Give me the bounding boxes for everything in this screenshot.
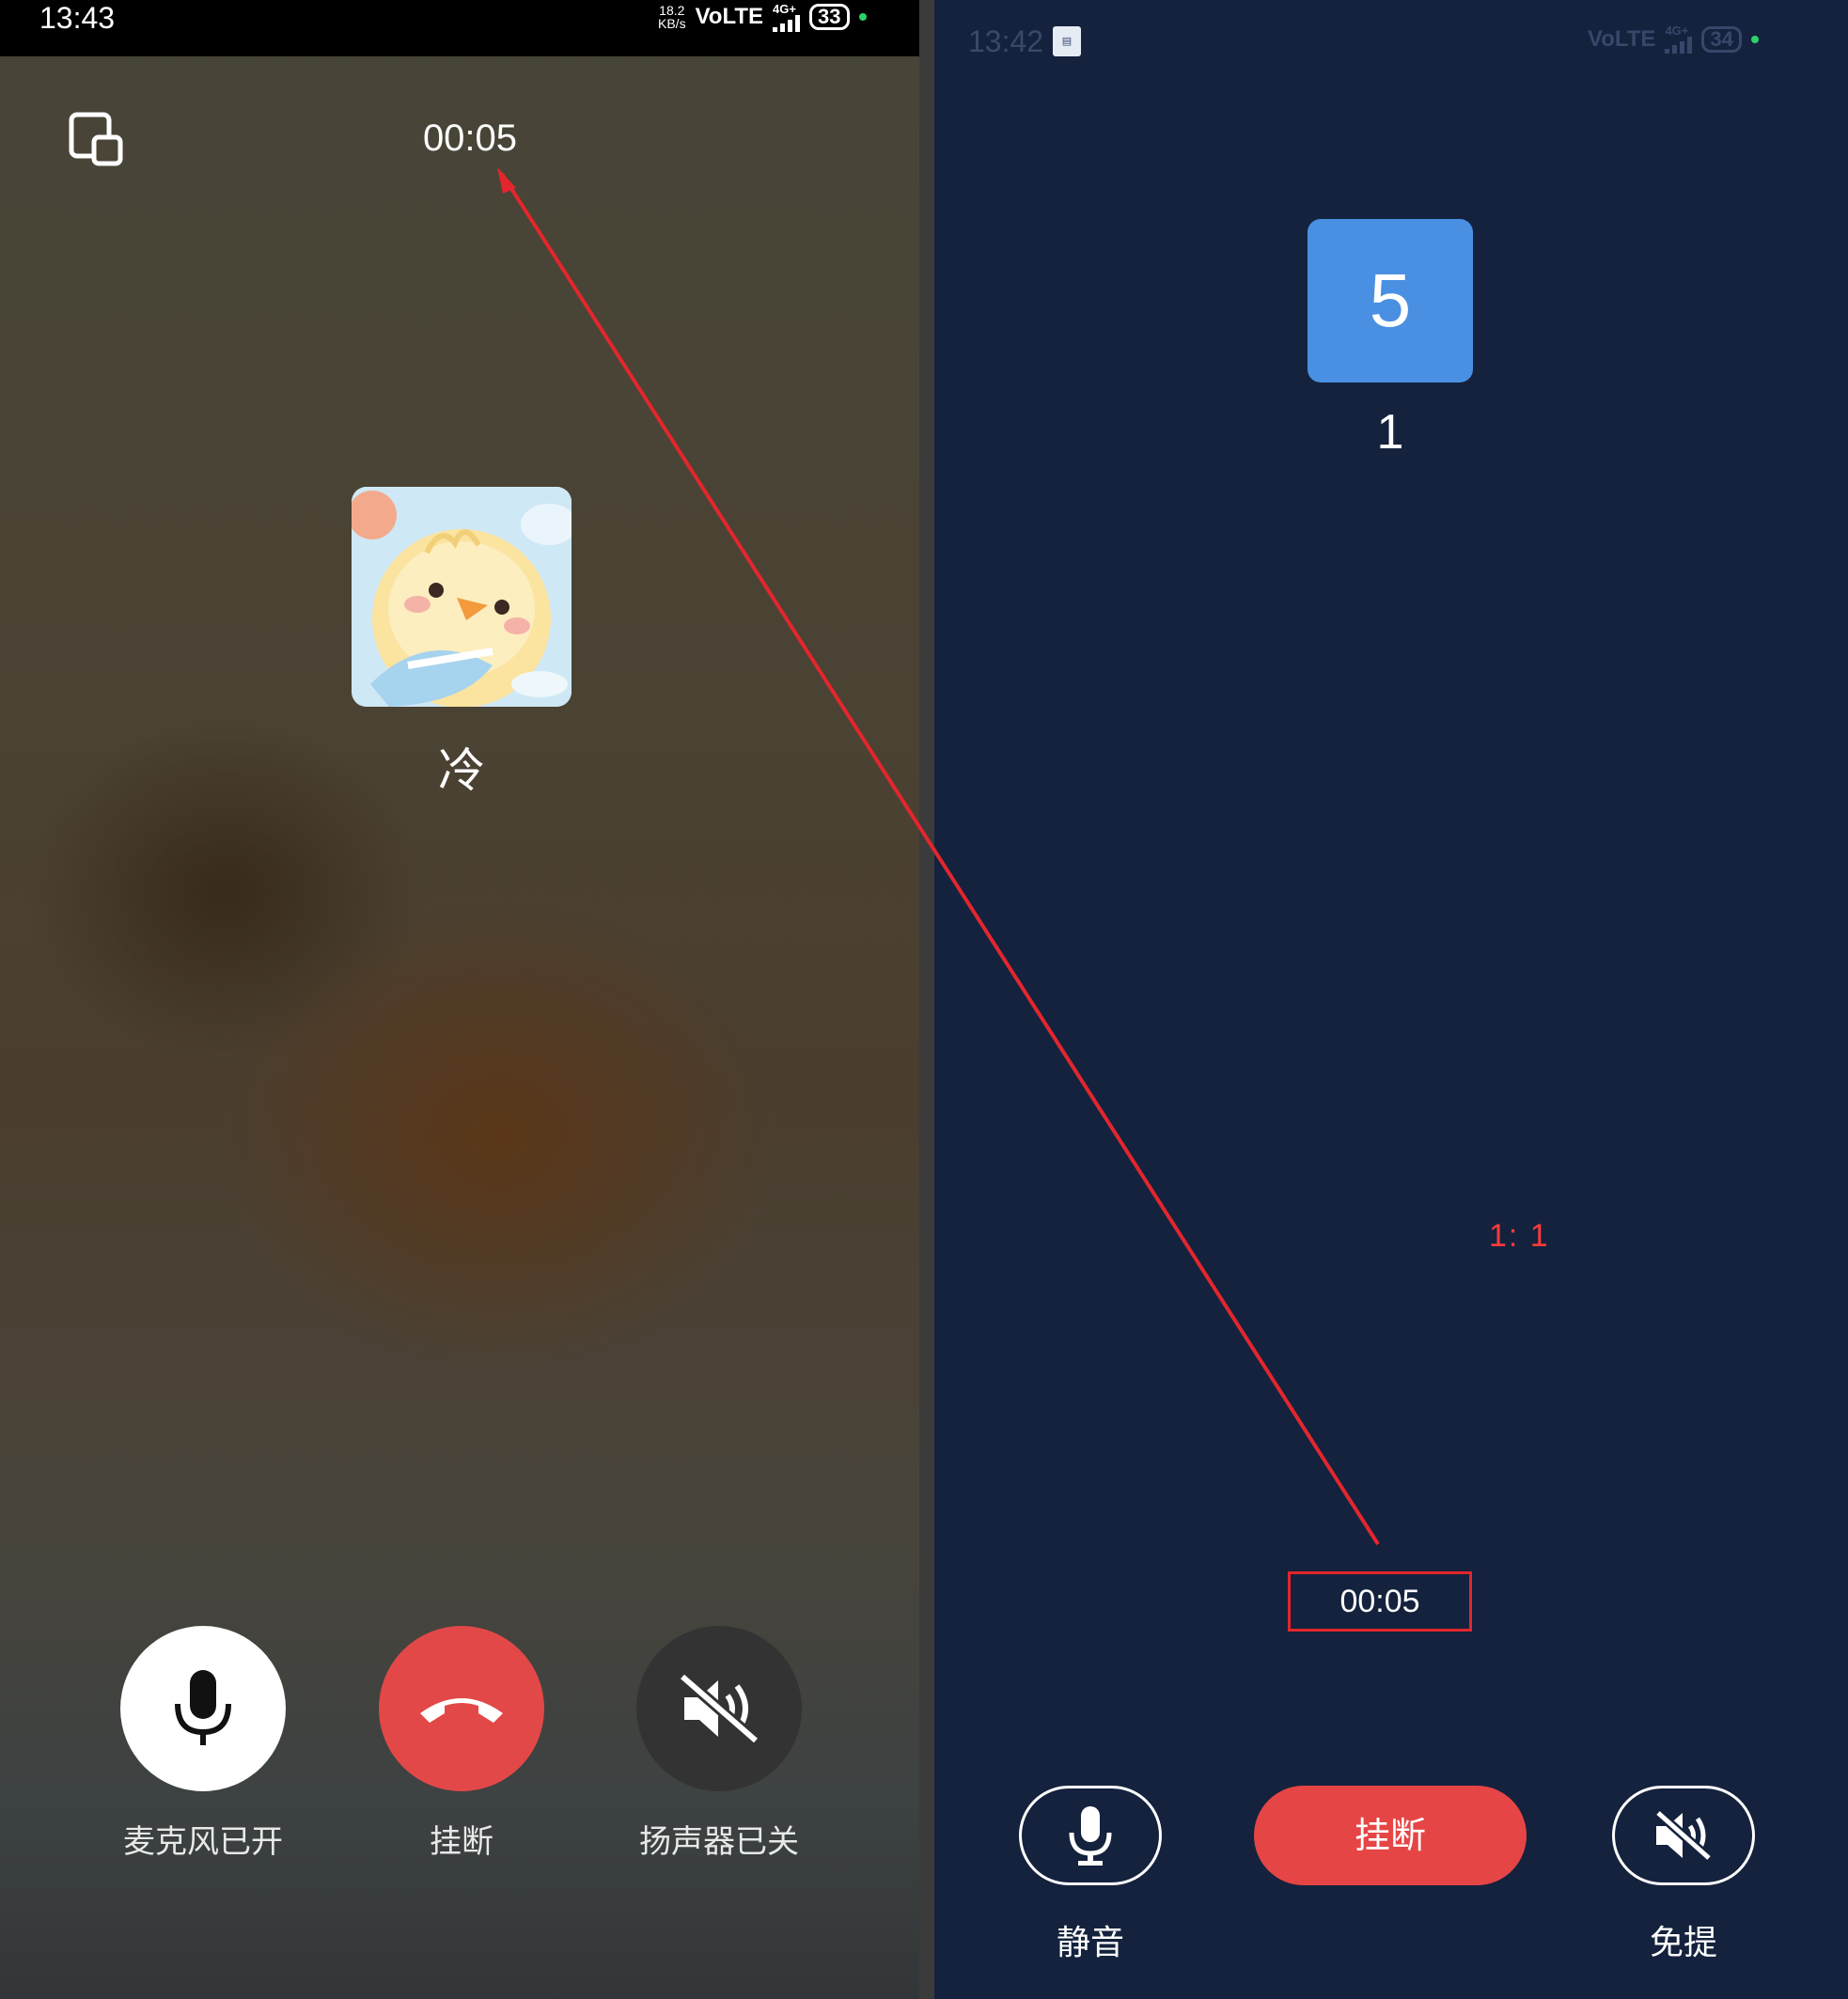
status-bar: 13:43 18.2 KB/s VoLTE 4G+ 33 xyxy=(0,0,921,56)
status-time: 13:43 xyxy=(39,1,116,35)
volte-label: VoLTE xyxy=(695,4,764,29)
privacy-dot-icon xyxy=(858,13,867,21)
volte-label: VoLTE xyxy=(1588,25,1656,52)
left-call-screen: 13:43 18.2 KB/s VoLTE 4G+ 33 00:05 冷 麦克风… xyxy=(0,0,926,1999)
avatar xyxy=(352,487,572,707)
call-duration: 00:05 xyxy=(422,117,518,159)
battery-icon: 33 xyxy=(809,4,850,30)
privacy-dot-icon xyxy=(1750,35,1759,43)
mic-button[interactable] xyxy=(120,1626,286,1791)
speaker-button[interactable] xyxy=(636,1626,802,1791)
mute-button[interactable] xyxy=(1019,1786,1162,1885)
ratio-annotation: 1: 1 xyxy=(1489,1218,1550,1254)
signal-icon: 4G+ xyxy=(773,3,801,32)
screen-divider xyxy=(919,0,934,1999)
microphone-icon xyxy=(1069,1806,1112,1866)
right-call-screen: 13:42 ▤ VoLTE 4G+ 34 5 1 1: 1 00:05 挂断 静… xyxy=(934,0,1848,1999)
call-duration: 00:05 xyxy=(1288,1571,1472,1632)
hangup-button[interactable] xyxy=(379,1626,544,1791)
status-icons: 18.2 KB/s VoLTE 4G+ 33 xyxy=(658,0,867,34)
mic-label: 麦克风已开 xyxy=(123,1823,283,1861)
hangup-button[interactable]: 挂断 xyxy=(1254,1786,1527,1885)
network-speed: 18.2 KB/s xyxy=(658,3,686,31)
handsfree-label: 免提 xyxy=(1649,1924,1717,1962)
mute-label: 静音 xyxy=(1056,1924,1124,1962)
phone-hangup-icon xyxy=(420,1698,503,1723)
speaker-off-icon xyxy=(679,1672,760,1745)
status-icons: VoLTE 4G+ 34 xyxy=(1588,24,1759,54)
contact-number: 1 xyxy=(1376,405,1404,460)
contact-name: 冷 xyxy=(438,743,485,798)
handsfree-button[interactable] xyxy=(1612,1786,1755,1885)
microphone-icon xyxy=(175,1670,231,1745)
speaker-label: 扬声器已关 xyxy=(639,1823,799,1861)
contact-badge: 5 xyxy=(1308,219,1473,383)
floating-window-icon[interactable] xyxy=(68,111,124,167)
hangup-label: 挂断 xyxy=(430,1823,493,1861)
battery-icon: 34 xyxy=(1701,25,1742,53)
signal-icon: 4G+ xyxy=(1665,24,1693,54)
notification-icon: ▤ xyxy=(1053,26,1081,56)
speaker-off-icon xyxy=(1654,1809,1713,1862)
status-time: 13:42 xyxy=(968,24,1044,58)
